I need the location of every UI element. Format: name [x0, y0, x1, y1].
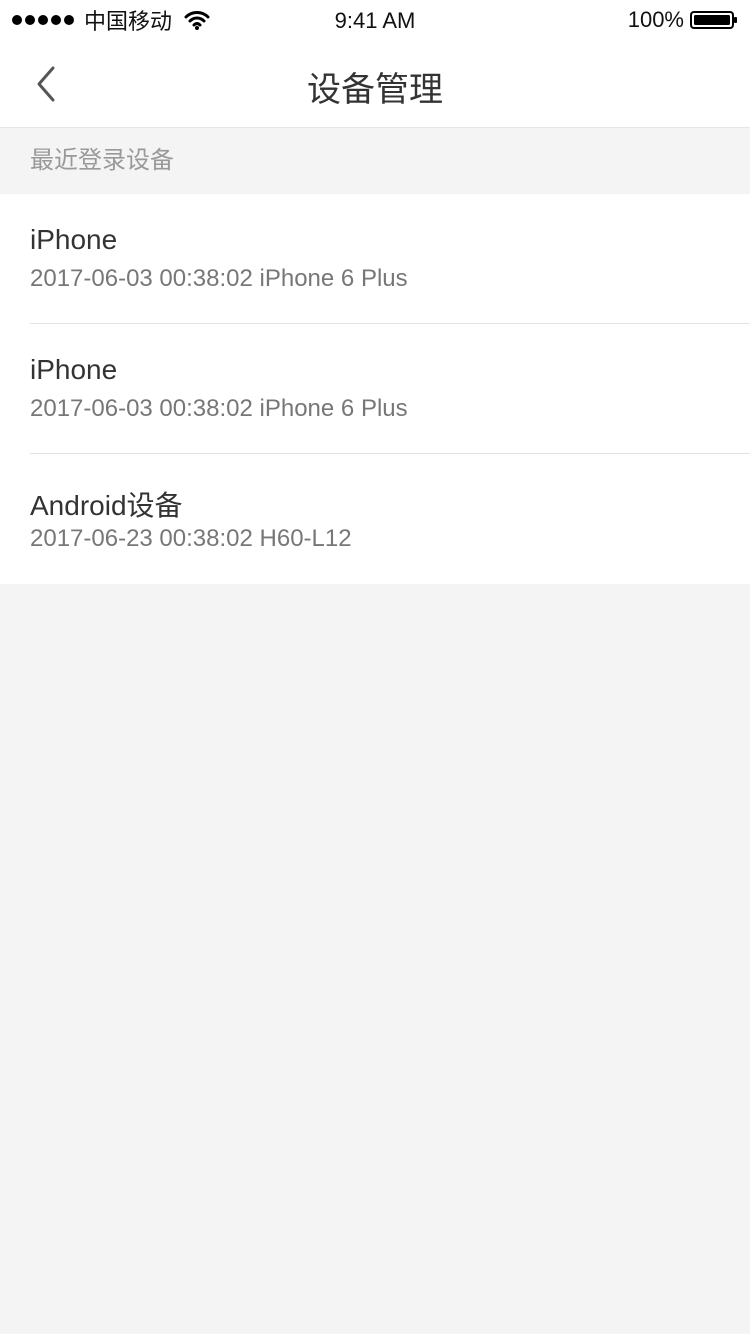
device-list-item[interactable]: iPhone 2017-06-03 00:38:02 iPhone 6 Plus	[0, 194, 750, 324]
page-title: 设备管理	[307, 71, 443, 109]
device-name: iPhone	[30, 224, 118, 255]
status-right: 100%	[628, 6, 738, 34]
device-name: iPhone	[30, 354, 118, 385]
device-detail: 2017-06-03 00:38:02 iPhone 6 Plus	[30, 265, 408, 292]
device-detail: 2017-06-03 00:38:02 iPhone 6 Plus	[30, 395, 408, 422]
battery-percent: 100%	[627, 7, 684, 32]
device-name: Android设备	[30, 490, 183, 521]
nav-bar: 设备管理	[0, 40, 750, 128]
battery-icon	[690, 11, 737, 29]
section-header: 最近登录设备	[0, 128, 750, 194]
device-list: iPhone 2017-06-03 00:38:02 iPhone 6 Plus…	[0, 194, 750, 584]
device-detail: 2017-06-23 00:38:02 H60-L12	[30, 525, 352, 552]
device-list-item[interactable]: iPhone 2017-06-03 00:38:02 iPhone 6 Plus	[0, 324, 750, 454]
status-bar: 中国移动 9:41 AM 100%	[0, 0, 750, 40]
device-list-item[interactable]: Android设备 2017-06-23 00:38:02 H60-L12	[0, 454, 750, 584]
